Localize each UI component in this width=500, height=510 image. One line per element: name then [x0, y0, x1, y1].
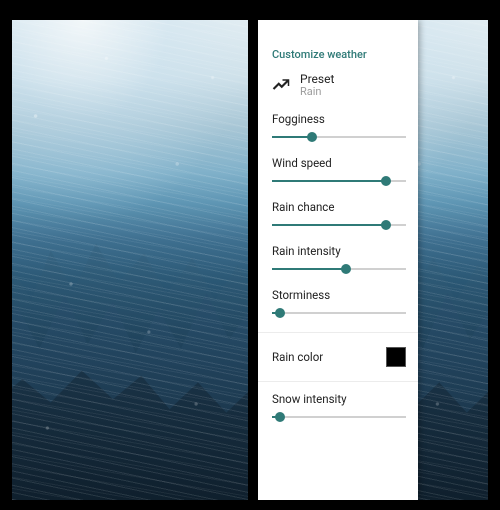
slider-label-rain-intensity: Rain intensity [272, 244, 406, 258]
slider-snow-intensity[interactable] [272, 410, 406, 424]
panel-title: Customize weather [272, 48, 406, 61]
preview-screenshot-wallpaper [12, 20, 248, 500]
divider [258, 332, 418, 333]
wallpaper-scene [12, 20, 248, 500]
preset-icon [272, 77, 290, 95]
preset-row[interactable]: Preset Rain [272, 73, 406, 98]
rain-color-swatch [386, 347, 406, 367]
slider-label-wind-speed: Wind speed [272, 156, 406, 170]
settings-screenshot: Customize weather Preset Rain Fogginess [258, 20, 488, 500]
slider-label-rain-chance: Rain chance [272, 200, 406, 214]
slider-rain-intensity[interactable] [272, 262, 406, 276]
slider-label-fogginess: Fogginess [272, 112, 406, 126]
slider-wind-speed[interactable] [272, 174, 406, 188]
rain-color-row[interactable]: Rain color [272, 343, 406, 371]
slider-rain-chance[interactable] [272, 218, 406, 232]
divider [258, 381, 418, 382]
slider-label-snow-intensity: Snow intensity [272, 392, 406, 406]
preset-value: Rain [300, 86, 334, 98]
slider-storminess[interactable] [272, 306, 406, 320]
slider-fogginess[interactable] [272, 130, 406, 144]
customize-weather-panel: Customize weather Preset Rain Fogginess [258, 20, 418, 500]
slider-label-storminess: Storminess [272, 288, 406, 302]
rain-color-label: Rain color [272, 350, 323, 364]
